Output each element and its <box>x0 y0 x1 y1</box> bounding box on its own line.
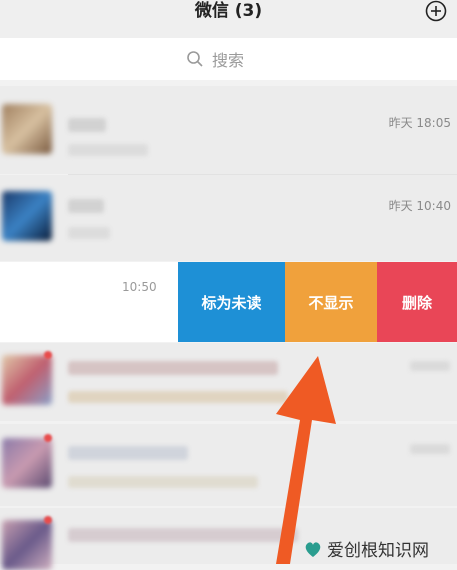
watermark-text: 爱创根知识网 <box>327 541 429 561</box>
site-logo-icon <box>305 541 321 557</box>
watermark: 爱创根知识网 <box>303 536 429 561</box>
arrow-annotation-icon <box>276 356 336 564</box>
